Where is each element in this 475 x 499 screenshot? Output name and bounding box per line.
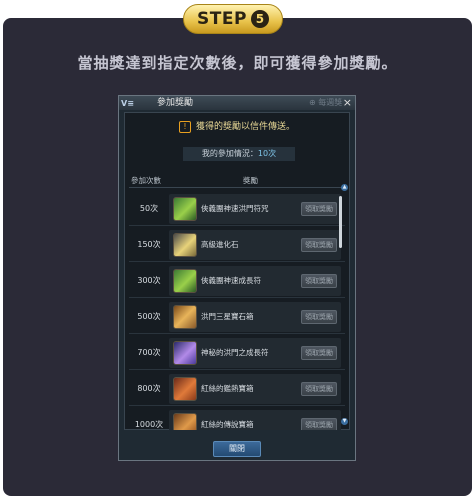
reward-count: 500次 [137,312,161,321]
reward-count: 800次 [137,384,161,393]
dialog-title: 參加獎勵 [157,98,194,108]
reward-row: 150次 高級進化石 領取獎勵 [129,228,345,262]
reward-body: 俠義團神速洪門符咒 領取獎勵 [169,194,341,224]
participation-status: 我的參加情況：10次 [183,147,295,161]
reward-name: 紅絲的傳說寶箱 [201,420,254,429]
reward-count: 1000次 [134,420,164,429]
warning-icon: ! [178,120,191,133]
reward-name: 紅絲的鑑熱寶箱 [201,384,254,393]
game-logo-icon: V≡ [121,99,134,108]
scroll-up-icon[interactable]: ▲ [341,184,348,191]
header-count: 參加次數 [131,176,161,185]
reward-body: 洪門三星寶石箱 領取獎勵 [169,302,341,332]
claim-button[interactable]: 領取獎勵 [301,274,337,288]
mystic-talisman-icon [173,341,197,365]
reward-row: 800次 紅絲的鑑熱寶箱 領取獎勵 [129,372,345,406]
dialog-title-bar: V≡ 參加獎勵 ⊕ 每週獎 × [119,96,355,110]
reward-name: 俠義團神速洪門符咒 [201,204,269,213]
reward-dialog: V≡ 參加獎勵 ⊕ 每週獎 × ! 獲得的獎勵以信件傳送。 我的參加情況：10次 … [118,95,356,461]
header-divider [129,187,343,188]
header-reward: 獎勵 [243,176,258,185]
treasure-box-icon [173,377,197,401]
reward-body: 紅絲的傳說寶箱 領取獎勵 [169,410,341,430]
reward-name: 神秘的洪門之成長符 [201,348,269,357]
legend-box-icon [173,413,197,430]
step-badge: STEP 5 [183,4,283,34]
claim-button[interactable]: 領取獎勵 [301,418,337,430]
reward-row: 500次 洪門三星寶石箱 領取獎勵 [129,300,345,334]
notice-text: 獲得的獎勵以信件傳送。 [195,122,295,132]
participation-value: 10次 [257,149,277,158]
reward-count: 50次 [139,204,159,213]
claim-button[interactable]: 領取獎勵 [301,382,337,396]
mail-notice: ! 獲得的獎勵以信件傳送。 [125,119,349,133]
talisman-icon [173,197,197,221]
instruction-text: 當抽獎達到指定次數後，即可獲得參加獎勵。 [77,54,398,72]
reward-row: 50次 俠義團神速洪門符咒 領取獎勵 [129,192,345,226]
reward-body: 紅絲的鑑熱寶箱 領取獎勵 [169,374,341,404]
reward-name: 高級進化石 [201,240,239,249]
evolution-stone-icon [173,233,197,257]
reward-row: 1000次 紅絲的傳說寶箱 領取獎勵 [129,408,345,430]
reward-body: 高級進化石 領取獎勵 [169,230,341,260]
growth-talisman-icon [173,269,197,293]
reward-name: 俠義團神速成長符 [201,276,261,285]
reward-count: 150次 [137,240,161,249]
claim-button[interactable]: 領取獎勵 [301,346,337,360]
reward-name: 洪門三星寶石箱 [201,312,254,321]
reward-body: 神秘的洪門之成長符 領取獎勵 [169,338,341,368]
scrollbar-thumb[interactable] [339,196,342,248]
claim-button[interactable]: 領取獎勵 [301,238,337,252]
step-label: STEP [197,9,247,29]
close-button[interactable]: 關閉 [213,441,261,457]
reward-row: 300次 俠義團神速成長符 領取獎勵 [129,264,345,298]
background-window-label: ⊕ 每週獎 [309,98,343,107]
reward-row: 700次 神秘的洪門之成長符 領取獎勵 [129,336,345,370]
gem-box-icon [173,305,197,329]
claim-button[interactable]: 領取獎勵 [301,202,337,216]
reward-count: 700次 [137,348,161,357]
reward-panel: ! 獲得的獎勵以信件傳送。 我的參加情況：10次 參加次數 獎勵 50次 俠義團神… [124,112,350,430]
close-icon[interactable]: × [343,96,352,110]
reward-body: 俠義團神速成長符 領取獎勵 [169,266,341,296]
reward-count: 300次 [137,276,161,285]
participation-label: 我的參加情況： [201,149,258,158]
step-number: 5 [250,10,269,28]
claim-button[interactable]: 領取獎勵 [301,310,337,324]
scroll-down-icon[interactable]: ▼ [341,418,348,425]
